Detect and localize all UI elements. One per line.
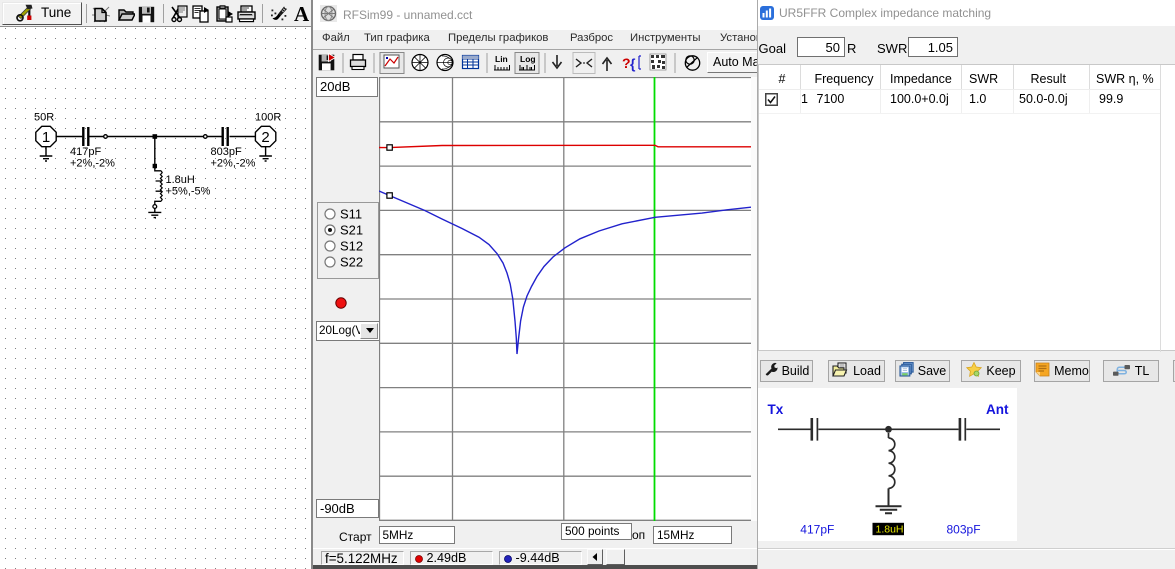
svg-text:Lin: Lin <box>495 54 508 64</box>
svg-text:Ant: Ant <box>986 402 1009 417</box>
svg-text:2: 2 <box>261 129 269 146</box>
svg-text:1: 1 <box>42 129 50 146</box>
svg-text:S11: S11 <box>340 207 362 222</box>
svg-text:Log: Log <box>520 54 536 64</box>
svg-text:S12: S12 <box>340 239 363 254</box>
svg-text:1.8uH: 1.8uH <box>876 523 904 535</box>
svg-text:417pF: 417pF <box>800 523 834 537</box>
svg-text:803pF: 803pF <box>211 146 242 158</box>
svg-text:100R: 100R <box>255 112 281 124</box>
svg-text:803pF: 803pF <box>947 523 981 537</box>
svg-text:417pF: 417pF <box>70 146 101 158</box>
svg-text:1.8uH: 1.8uH <box>166 174 195 186</box>
svg-text:+2%,-2%: +2%,-2% <box>211 158 256 170</box>
svg-text:{: { <box>630 56 636 72</box>
svg-text:50R: 50R <box>34 112 54 124</box>
svg-text:+5%,-5%: +5%,-5% <box>166 186 211 198</box>
svg-text:S22: S22 <box>340 255 363 270</box>
svg-text:Tx: Tx <box>768 402 784 417</box>
svg-text:+2%,-2%: +2%,-2% <box>70 158 115 170</box>
svg-text:S21: S21 <box>340 223 363 238</box>
